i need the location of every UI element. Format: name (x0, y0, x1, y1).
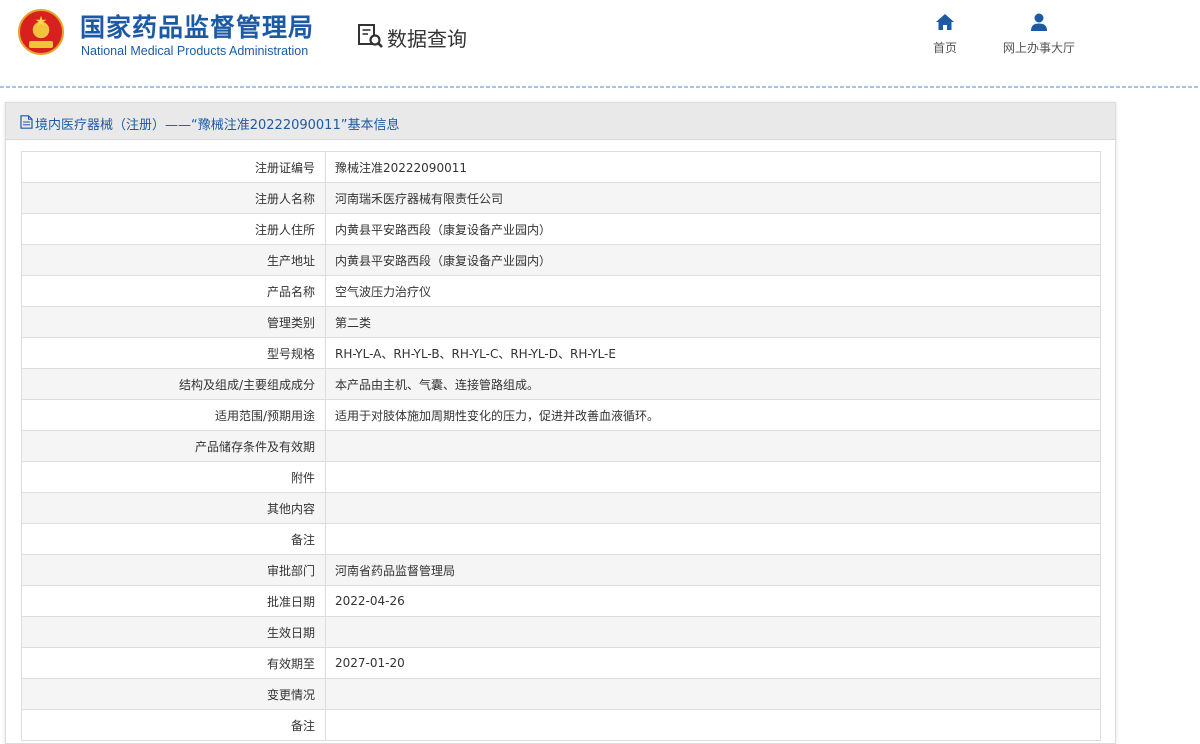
field-label: 注册人住所 (21, 213, 326, 245)
table-row: 产品储存条件及有效期 (21, 430, 1101, 462)
table-row: 注册证编号 豫械注准20222090011 (21, 151, 1101, 183)
field-value: 适用于对肢体施加周期性变化的压力，促进并改善血液循环。 (325, 399, 1101, 431)
nav-online-service-hall[interactable]: 网上办事大厅 (994, 12, 1084, 56)
field-value: RH-YL-A、RH-YL-B、RH-YL-C、RH-YL-D、RH-YL-E (325, 337, 1101, 369)
field-value: 豫械注准20222090011 (325, 151, 1101, 183)
site-header: ★ 国家药品监督管理局 National Medical Products Ad… (0, 0, 1200, 88)
org-name-en: National Medical Products Administration (81, 44, 309, 58)
table-row: 注册人名称 河南瑞禾医疗器械有限责任公司 (21, 182, 1101, 214)
panel-title-bar: 境内医疗器械（注册）——“豫械注准20222090011”基本信息 (6, 103, 1115, 140)
field-value: 河南省药品监督管理局 (325, 554, 1101, 586)
nav-home[interactable]: 首页 (900, 12, 990, 56)
section-title: 数据查询 (387, 27, 467, 51)
nav-online-service-hall-label: 网上办事大厅 (1002, 41, 1075, 55)
table-row: 管理类别 第二类 (21, 306, 1101, 338)
table-row: 产品名称 空气波压力治疗仪 (21, 275, 1101, 307)
field-label: 有效期至 (21, 647, 326, 679)
field-value: 本产品由主机、气囊、连接管路组成。 (325, 368, 1101, 400)
field-label: 其他内容 (21, 492, 326, 524)
table-row: 批准日期 2022-04-26 (21, 585, 1101, 617)
field-label: 产品名称 (21, 275, 326, 307)
field-label: 生产地址 (21, 244, 326, 276)
table-row: 审批部门 河南省药品监督管理局 (21, 554, 1101, 586)
table-row: 备注 (21, 709, 1101, 741)
field-value: 2027-01-20 (325, 647, 1101, 679)
field-label: 注册证编号 (21, 151, 326, 183)
field-value: 空气波压力治疗仪 (325, 275, 1101, 307)
info-table: 注册证编号 豫械注准20222090011 注册人名称 河南瑞禾医疗器械有限责任公司注… (21, 151, 1101, 741)
field-label: 批准日期 (21, 585, 326, 617)
field-value (325, 492, 1101, 524)
org-name-cn: 国家药品监督管理局 (80, 13, 315, 42)
field-label: 型号规格 (21, 337, 326, 369)
field-label: 产品储存条件及有效期 (21, 430, 326, 462)
document-search-icon (358, 24, 383, 48)
field-value (325, 709, 1101, 741)
field-value: 2022-04-26 (325, 585, 1101, 617)
field-label: 适用范围/预期用途 (21, 399, 326, 431)
panel-title: 境内医疗器械（注册）——“豫械注准20222090011”基本信息 (35, 118, 400, 133)
field-value: 内黄县平安路西段（康复设备产业园内） (325, 244, 1101, 276)
field-label: 审批部门 (21, 554, 326, 586)
field-value (325, 523, 1101, 555)
field-value: 内黄县平安路西段（康复设备产业园内） (325, 213, 1101, 245)
field-label: 结构及组成/主要组成成分 (21, 368, 326, 400)
nav-home-label: 首页 (932, 41, 957, 55)
table-row: 型号规格 RH-YL-A、RH-YL-B、RH-YL-C、RH-YL-D、RH-Y… (21, 337, 1101, 369)
field-value (325, 461, 1101, 493)
field-label: 备注 (21, 523, 326, 555)
table-row: 生效日期 (21, 616, 1101, 648)
header-divider (0, 86, 1200, 88)
table-row: 附件 (21, 461, 1101, 493)
field-value: 河南瑞禾医疗器械有限责任公司 (325, 182, 1101, 214)
field-label: 生效日期 (21, 616, 326, 648)
table-row: 备注 (21, 523, 1101, 555)
table-row: 变更情况 (21, 678, 1101, 710)
national-emblem-logo: ★ (18, 9, 64, 55)
home-icon (936, 14, 954, 30)
field-value (325, 616, 1101, 648)
field-label: 变更情况 (21, 678, 326, 710)
table-row: 生产地址 内黄县平安路西段（康复设备产业园内） (21, 244, 1101, 276)
field-value (325, 678, 1101, 710)
field-label: 备注 (21, 709, 326, 741)
table-row: 其他内容 (21, 492, 1101, 524)
table-row: 注册人住所 内黄县平安路西段（康复设备产业园内） (21, 213, 1101, 245)
table-row: 适用范围/预期用途 适用于对肢体施加周期性变化的压力，促进并改善血液循环。 (21, 399, 1101, 431)
table-row: 有效期至 2027-01-20 (21, 647, 1101, 679)
device-info-panel: 境内医疗器械（注册）——“豫械注准20222090011”基本信息 注册证编号豫… (5, 102, 1116, 744)
user-icon (1031, 13, 1047, 31)
field-value (325, 430, 1101, 462)
table-row: 结构及组成/主要组成成分 本产品由主机、气囊、连接管路组成。 (21, 368, 1101, 400)
field-label: 管理类别 (21, 306, 326, 338)
field-value: 第二类 (325, 306, 1101, 338)
field-label: 附件 (21, 461, 326, 493)
document-icon (20, 115, 33, 129)
field-label: 注册人名称 (21, 182, 326, 214)
